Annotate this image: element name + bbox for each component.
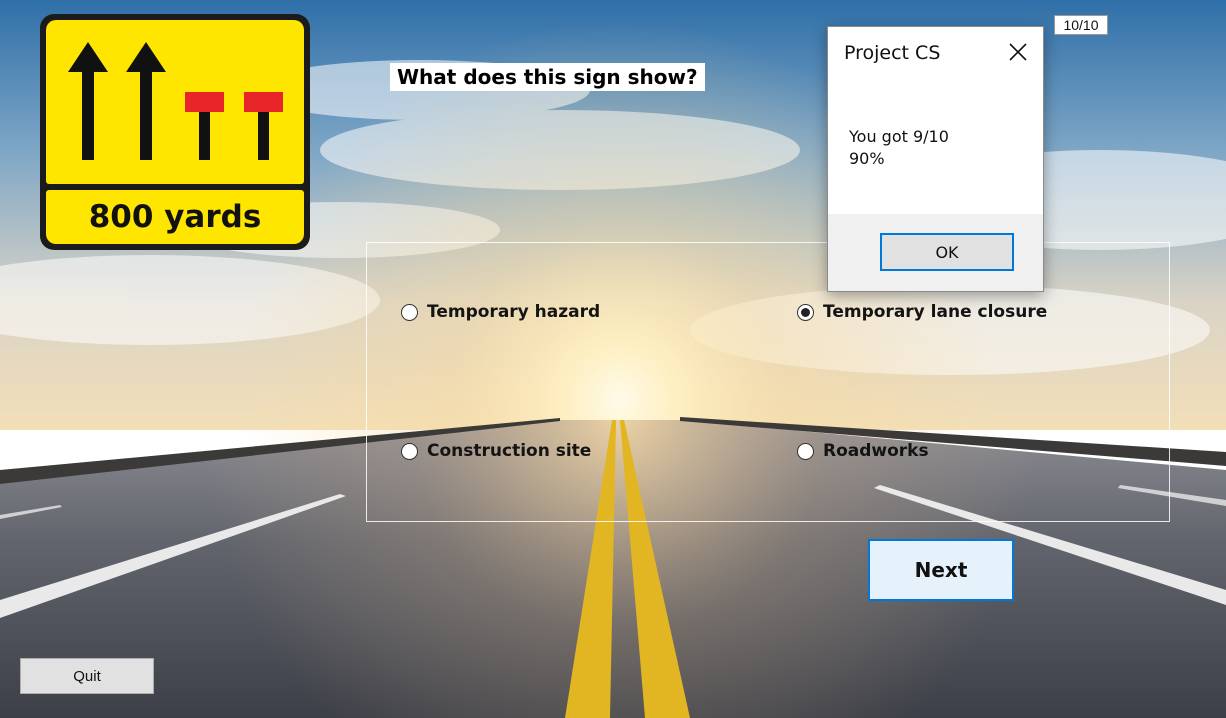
radio-button-selected[interactable]: [797, 303, 814, 321]
ok-button[interactable]: OK: [880, 233, 1014, 271]
radio-button[interactable]: [797, 442, 814, 460]
option-roadworks[interactable]: Roadworks: [797, 441, 929, 461]
quit-button[interactable]: Quit: [20, 658, 154, 694]
dialog-message: You got 9/10 90%: [849, 126, 949, 170]
question-label: What does this sign show?: [390, 63, 705, 91]
sign-lane-panel: [46, 20, 304, 184]
result-dialog: Project CS You got 9/10 90% OK: [827, 26, 1044, 292]
sign-distance-text: 800 yards: [88, 199, 262, 235]
dialog-title: Project CS: [844, 42, 941, 64]
option-temporary-hazard[interactable]: Temporary hazard: [401, 302, 600, 322]
option-label: Construction site: [427, 441, 592, 461]
dialog-score-line: You got 9/10: [849, 127, 949, 146]
option-temporary-lane-closure[interactable]: Temporary lane closure: [797, 302, 1047, 322]
dialog-close-button[interactable]: [1003, 37, 1033, 67]
option-label: Temporary hazard: [427, 302, 601, 322]
close-icon: [1009, 43, 1027, 61]
option-construction-site[interactable]: Construction site: [401, 441, 591, 461]
sign-distance-panel: 800 yards: [46, 190, 304, 244]
dialog-percent-line: 90%: [849, 149, 885, 168]
quiz-window: 800 yards What does this sign show? 10/1…: [0, 0, 1226, 718]
option-label: Temporary lane closure: [823, 302, 1048, 322]
question-counter: 10/10: [1054, 15, 1108, 35]
radio-button[interactable]: [401, 303, 418, 321]
next-button[interactable]: Next: [868, 539, 1014, 601]
road-sign: 800 yards: [40, 14, 310, 250]
option-label: Roadworks: [823, 441, 929, 461]
lane-closure-icon: [68, 42, 283, 160]
radio-button[interactable]: [401, 442, 418, 460]
answer-options-group: Temporary hazard Temporary lane closure …: [366, 242, 1170, 522]
dialog-footer: OK: [828, 214, 1043, 291]
